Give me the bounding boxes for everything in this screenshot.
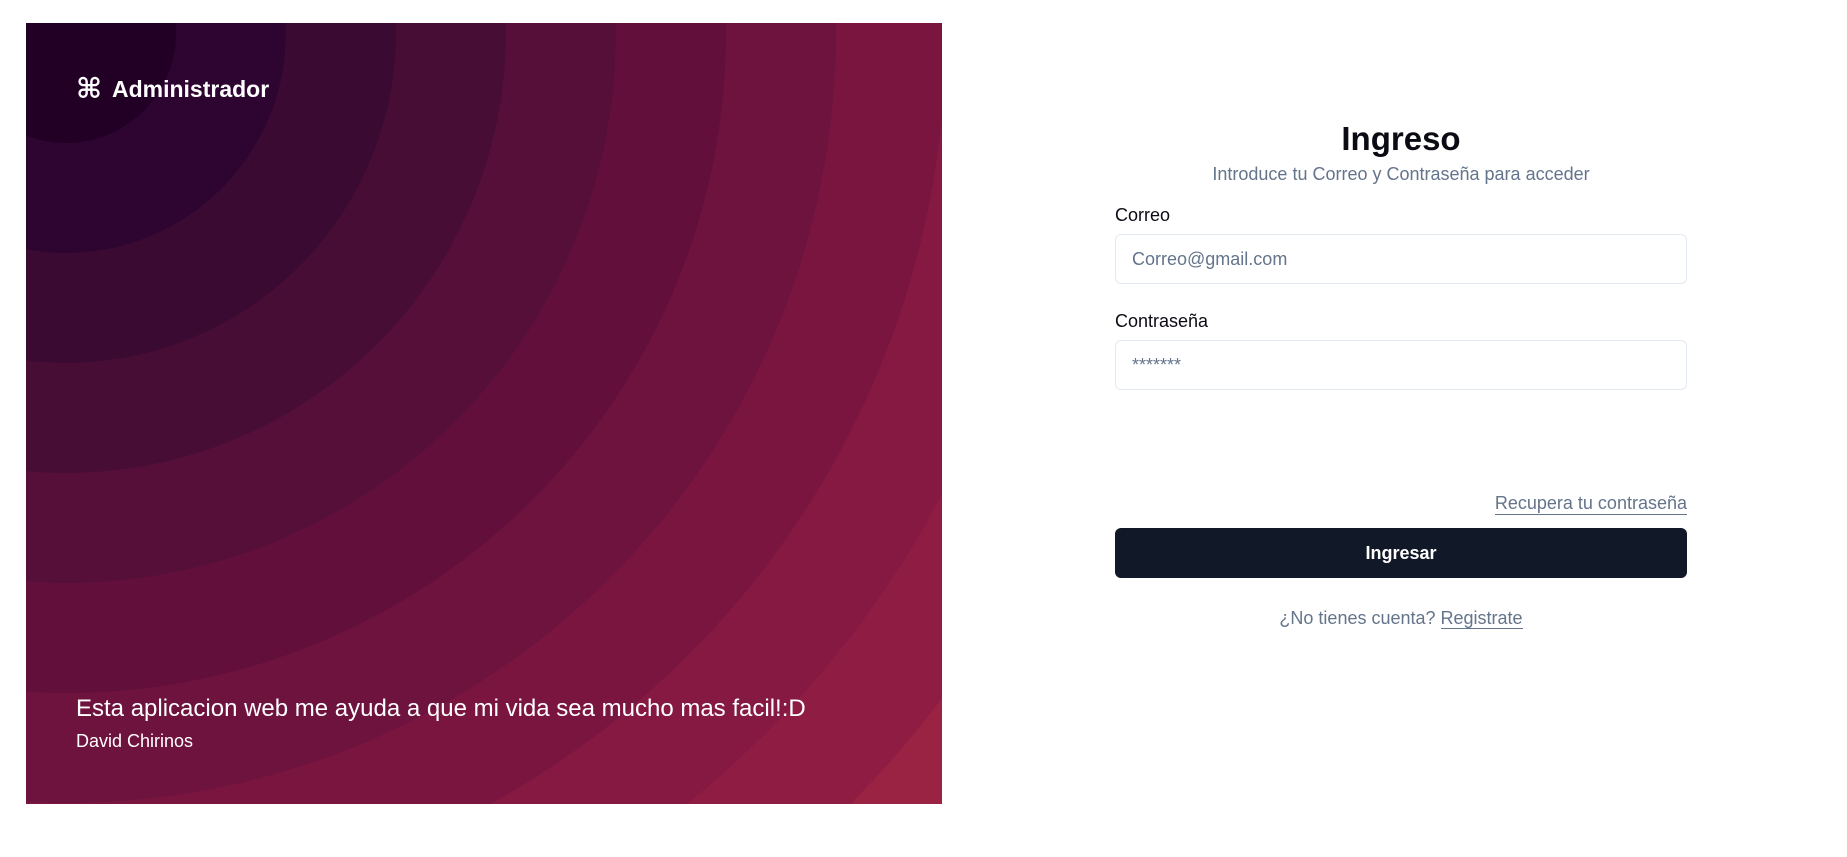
- signup-link[interactable]: Registrate: [1440, 608, 1523, 629]
- password-field[interactable]: [1115, 340, 1687, 390]
- signup-prompt: ¿No tienes cuenta?: [1279, 608, 1436, 628]
- email-field[interactable]: [1115, 234, 1687, 284]
- page-title: Ingreso: [1341, 120, 1461, 157]
- testimonial-author: David Chirinos: [76, 731, 194, 751]
- testimonial-quote: Esta aplicacion web me ayuda a que mi vi…: [76, 695, 806, 722]
- login-form: Ingreso Introduce tu Correo y Contraseña…: [1115, 120, 1687, 629]
- recover-password-link[interactable]: Recupera tu contraseña: [1494, 493, 1687, 515]
- hero-panel: ⌘ Administrador Esta aplicacion web me a…: [26, 23, 942, 804]
- command-icon: ⌘: [76, 73, 102, 104]
- email-label: Correo: [1115, 205, 1171, 225]
- signup-row: ¿No tienes cuenta? Registrate: [1115, 608, 1687, 629]
- brand-name: Administrador: [111, 75, 270, 102]
- brand: ⌘ Administrador: [76, 75, 269, 103]
- login-button[interactable]: Ingresar: [1115, 528, 1687, 578]
- password-label: Contraseña: [1115, 311, 1209, 331]
- page-subtitle: Introduce tu Correo y Contraseña para ac…: [1212, 164, 1590, 184]
